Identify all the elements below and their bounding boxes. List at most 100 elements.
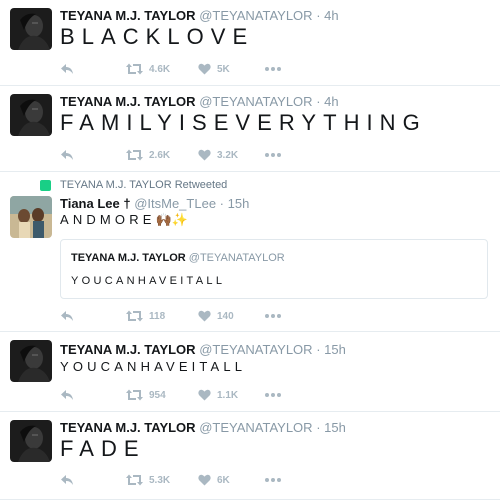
handle[interactable]: @TEYANATAYLOR — [199, 94, 312, 109]
handle[interactable]: @TEYANATAYLOR — [199, 342, 312, 357]
heart-icon — [198, 149, 211, 161]
like-count: 3.2K — [217, 149, 239, 161]
retweet-button[interactable]: 5.3K — [126, 472, 170, 488]
heart-icon — [198, 310, 211, 322]
tweet-actions: 954 1.1K — [60, 387, 360, 403]
tweet-text: YOUCANHAVEITALL — [60, 359, 247, 374]
retweet-button[interactable]: 2.6K — [126, 147, 170, 163]
heart-icon — [198, 389, 211, 401]
like-button[interactable]: 140 — [198, 308, 234, 324]
avatar[interactable] — [10, 94, 52, 136]
tweet[interactable]: TEYANA M.J. TAYLOR @TEYANATAYLOR · 4h BL… — [0, 0, 500, 86]
reply-icon — [61, 150, 73, 160]
more-button[interactable] — [265, 308, 281, 324]
retweet-button[interactable]: 4.6K — [126, 61, 170, 77]
retweet-icon — [126, 310, 143, 322]
separator: · — [219, 196, 225, 211]
retweet-button[interactable]: 954 — [126, 387, 166, 403]
avatar[interactable] — [10, 340, 52, 382]
reply-button[interactable] — [60, 61, 74, 77]
display-name[interactable]: TEYANA M.J. TAYLOR — [60, 420, 196, 435]
like-count: 140 — [217, 310, 234, 322]
tweet-actions: 4.6K 5K — [60, 61, 360, 77]
timestamp[interactable]: 4h — [324, 94, 338, 109]
quoted-tweet-header: TEYANA M.J. TAYLOR @TEYANATAYLOR — [71, 252, 285, 264]
tweet-text: FADE — [60, 436, 146, 461]
tweet-header: TEYANA M.J. TAYLOR @TEYANATAYLOR · 4h — [60, 8, 339, 23]
timestamp[interactable]: 15h — [228, 196, 250, 211]
tweet-actions: 2.6K 3.2K — [60, 147, 360, 163]
like-button[interactable]: 5K — [198, 61, 230, 77]
tweet[interactable]: TEYANA M.J. TAYLOR @TEYANATAYLOR · 15h F… — [0, 412, 500, 500]
tweet[interactable]: TEYANA M.J. TAYLOR @TEYANATAYLOR · 15h Y… — [0, 332, 500, 412]
tweet-text: ANDMORE — [60, 212, 156, 227]
handle[interactable]: @ItsMe_TLee — [134, 196, 216, 211]
handle[interactable]: @TEYANATAYLOR — [199, 8, 312, 23]
reply-button[interactable] — [60, 387, 74, 403]
retweet-icon — [126, 389, 143, 401]
tweet-header: TEYANA M.J. TAYLOR @TEYANATAYLOR · 4h — [60, 94, 339, 109]
tweet-emoji: 🙌🏾✨ — [155, 212, 188, 227]
retweet-icon — [126, 63, 143, 75]
reply-button[interactable] — [60, 472, 74, 488]
heart-icon — [198, 474, 211, 486]
heart-icon — [198, 63, 211, 75]
avatar[interactable] — [10, 8, 52, 50]
tweet-header: Tiana Lee † @ItsMe_TLee · 15h — [60, 196, 249, 211]
tweet[interactable]: TEYANA M.J. TAYLOR @TEYANATAYLOR · 4h FA… — [0, 86, 500, 172]
avatar[interactable] — [10, 420, 52, 462]
quoted-tweet-text: YOUCANHAVEITALL — [71, 275, 226, 287]
tweet-actions: 5.3K 6K — [60, 472, 360, 488]
tweet-header: TEYANA M.J. TAYLOR @TEYANATAYLOR · 15h — [60, 420, 346, 435]
retweet-count: 4.6K — [149, 63, 171, 75]
display-name[interactable]: TEYANA M.J. TAYLOR — [60, 8, 196, 23]
like-count: 5K — [217, 63, 230, 75]
more-icon — [265, 478, 281, 482]
tweet-actions: 118 140 — [60, 308, 360, 324]
like-button[interactable]: 6K — [198, 472, 230, 488]
quoted-tweet[interactable]: TEYANA M.J. TAYLOR @TEYANATAYLOR YOUCANH… — [60, 239, 488, 299]
retweet-count: 2.6K — [149, 149, 171, 161]
like-count: 6K — [217, 474, 230, 486]
more-button[interactable] — [265, 147, 281, 163]
display-name[interactable]: TEYANA M.J. TAYLOR — [60, 94, 196, 109]
retweet-button[interactable]: 118 — [126, 308, 165, 324]
avatar[interactable] — [10, 196, 52, 238]
tweet-feed: TEYANA M.J. TAYLOR @TEYANATAYLOR · 4h BL… — [0, 0, 500, 500]
reply-icon — [61, 64, 73, 74]
display-name[interactable]: TEYANA M.J. TAYLOR — [60, 342, 196, 357]
tweet-text: FAMILYISEVERYTHING — [60, 110, 427, 135]
retweet-count: 5.3K — [149, 474, 171, 486]
more-icon — [265, 314, 281, 318]
reply-button[interactable] — [60, 308, 74, 324]
quoted-display-name: TEYANA M.J. TAYLOR — [71, 252, 186, 264]
timestamp[interactable]: 4h — [324, 8, 338, 23]
tweet[interactable]: TEYANA M.J. TAYLOR Retweeted Tiana Lee †… — [0, 172, 500, 332]
more-button[interactable] — [265, 387, 281, 403]
separator: · — [316, 94, 321, 109]
tweet-text: BLACKLOVE — [60, 24, 255, 49]
more-button[interactable] — [265, 472, 281, 488]
separator: · — [316, 8, 321, 23]
display-name[interactable]: Tiana Lee † — [60, 196, 131, 211]
like-count: 1.1K — [217, 389, 239, 401]
retweet-icon — [126, 149, 143, 161]
retweeted-icon — [40, 180, 51, 191]
like-button[interactable]: 3.2K — [198, 147, 238, 163]
retweeted-label[interactable]: TEYANA M.J. TAYLOR Retweeted — [60, 179, 227, 191]
more-button[interactable] — [265, 61, 281, 77]
separator: · — [316, 342, 321, 357]
separator: · — [316, 420, 321, 435]
timestamp[interactable]: 15h — [324, 420, 346, 435]
reply-icon — [61, 390, 73, 400]
more-icon — [265, 67, 281, 71]
quoted-handle: @TEYANATAYLOR — [188, 252, 285, 264]
tweet-text-row: ANDMORE🙌🏾✨ — [60, 212, 188, 228]
timestamp[interactable]: 15h — [324, 342, 346, 357]
like-button[interactable]: 1.1K — [198, 387, 238, 403]
handle[interactable]: @TEYANATAYLOR — [199, 420, 312, 435]
more-icon — [265, 153, 281, 157]
reply-button[interactable] — [60, 147, 74, 163]
reply-icon — [61, 311, 73, 321]
tweet-header: TEYANA M.J. TAYLOR @TEYANATAYLOR · 15h — [60, 342, 346, 357]
